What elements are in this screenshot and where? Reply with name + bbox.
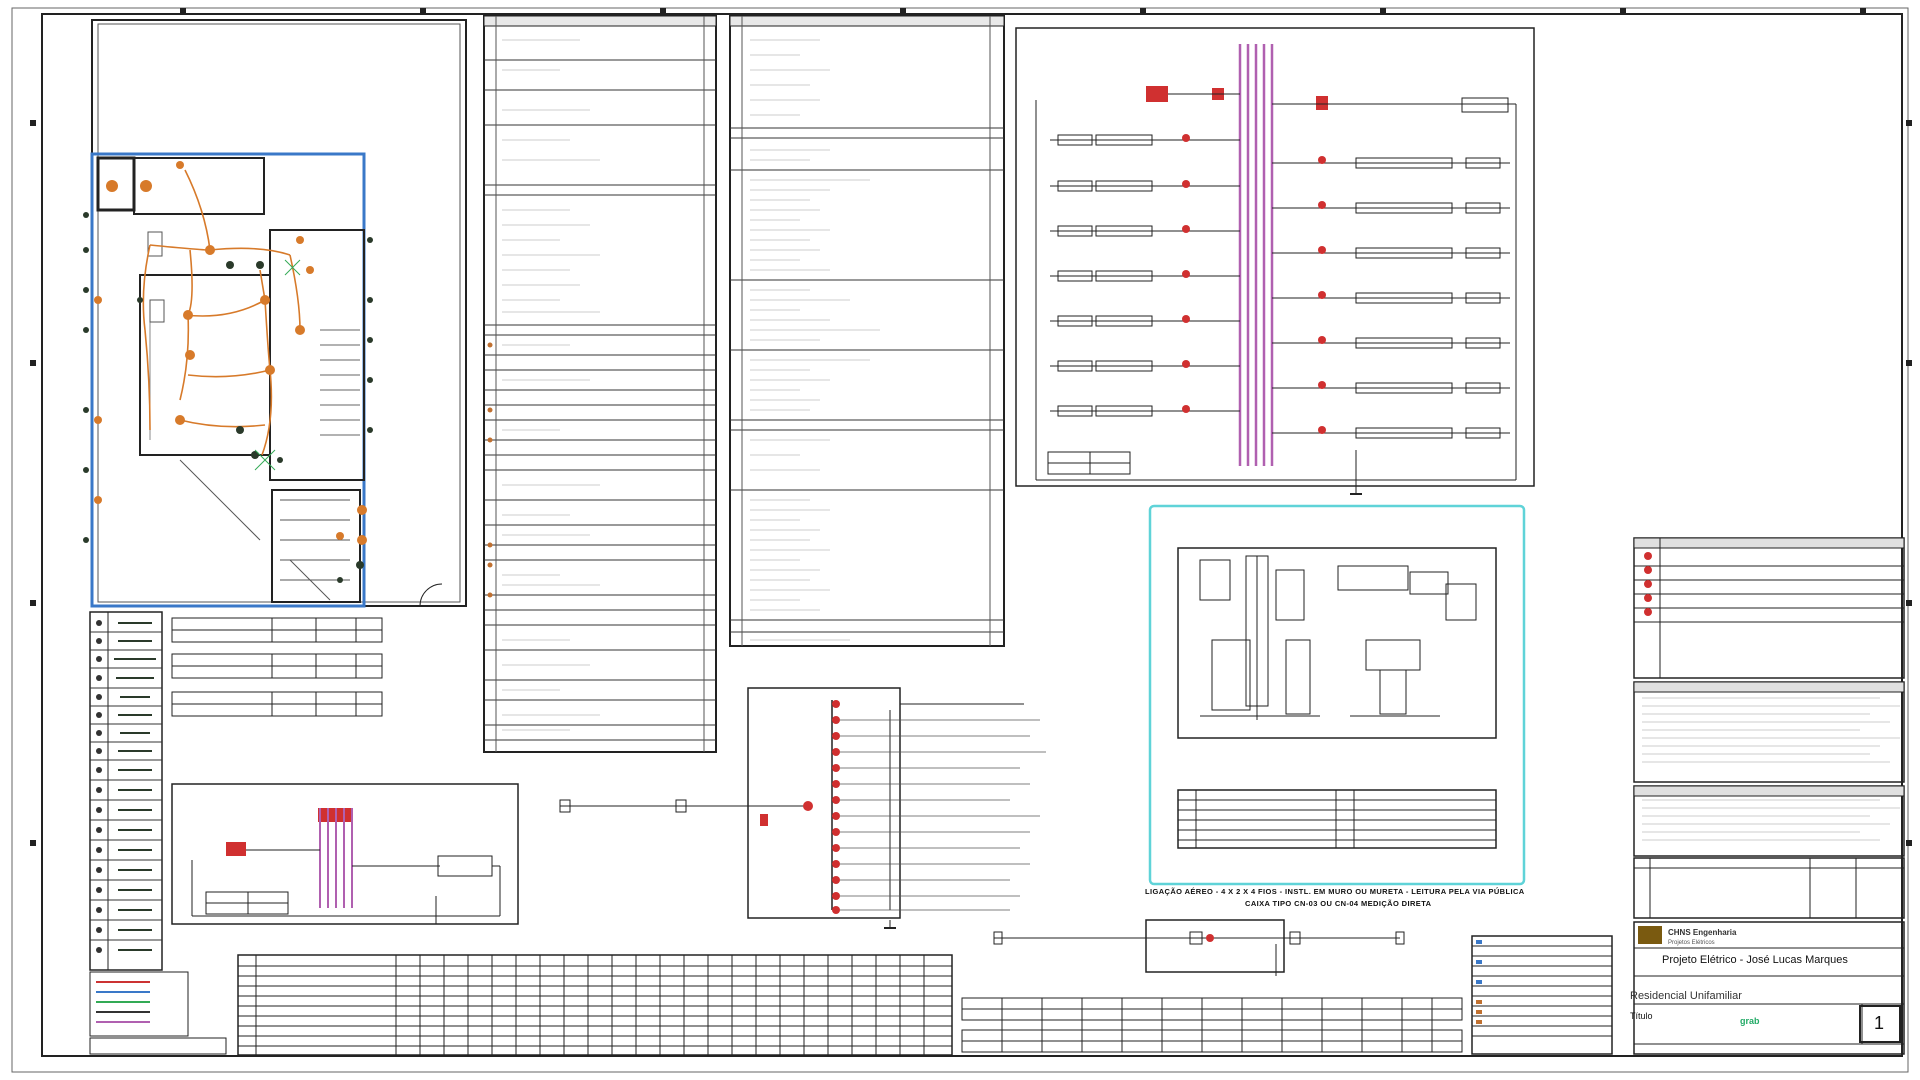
- project-title: Projeto Elétrico - José Lucas Marques: [1662, 954, 1848, 966]
- entrance-note-line2: CAIXA TIPO CN-03 OU CN-04 MEDIÇÃO DIRETA: [1245, 899, 1432, 908]
- entrance-note-line1: LIGAÇÃO AÉREO - 4 X 2 X 4 FIOS - INSTL. …: [1145, 887, 1525, 896]
- drawing-sheet: [11, 7, 1912, 1073]
- sheet-number: 1: [1874, 1013, 1885, 1033]
- designer-logo-text: grab: [1740, 1016, 1760, 1026]
- company-logo: [1638, 926, 1662, 944]
- title-field-label: Título: [1630, 1011, 1653, 1021]
- company-subtitle: Projetos Elétricos: [1668, 940, 1715, 946]
- company-name: CHNS Engenharia: [1668, 928, 1737, 937]
- project-subtitle: Residencial Unifamiliar: [1630, 990, 1742, 1002]
